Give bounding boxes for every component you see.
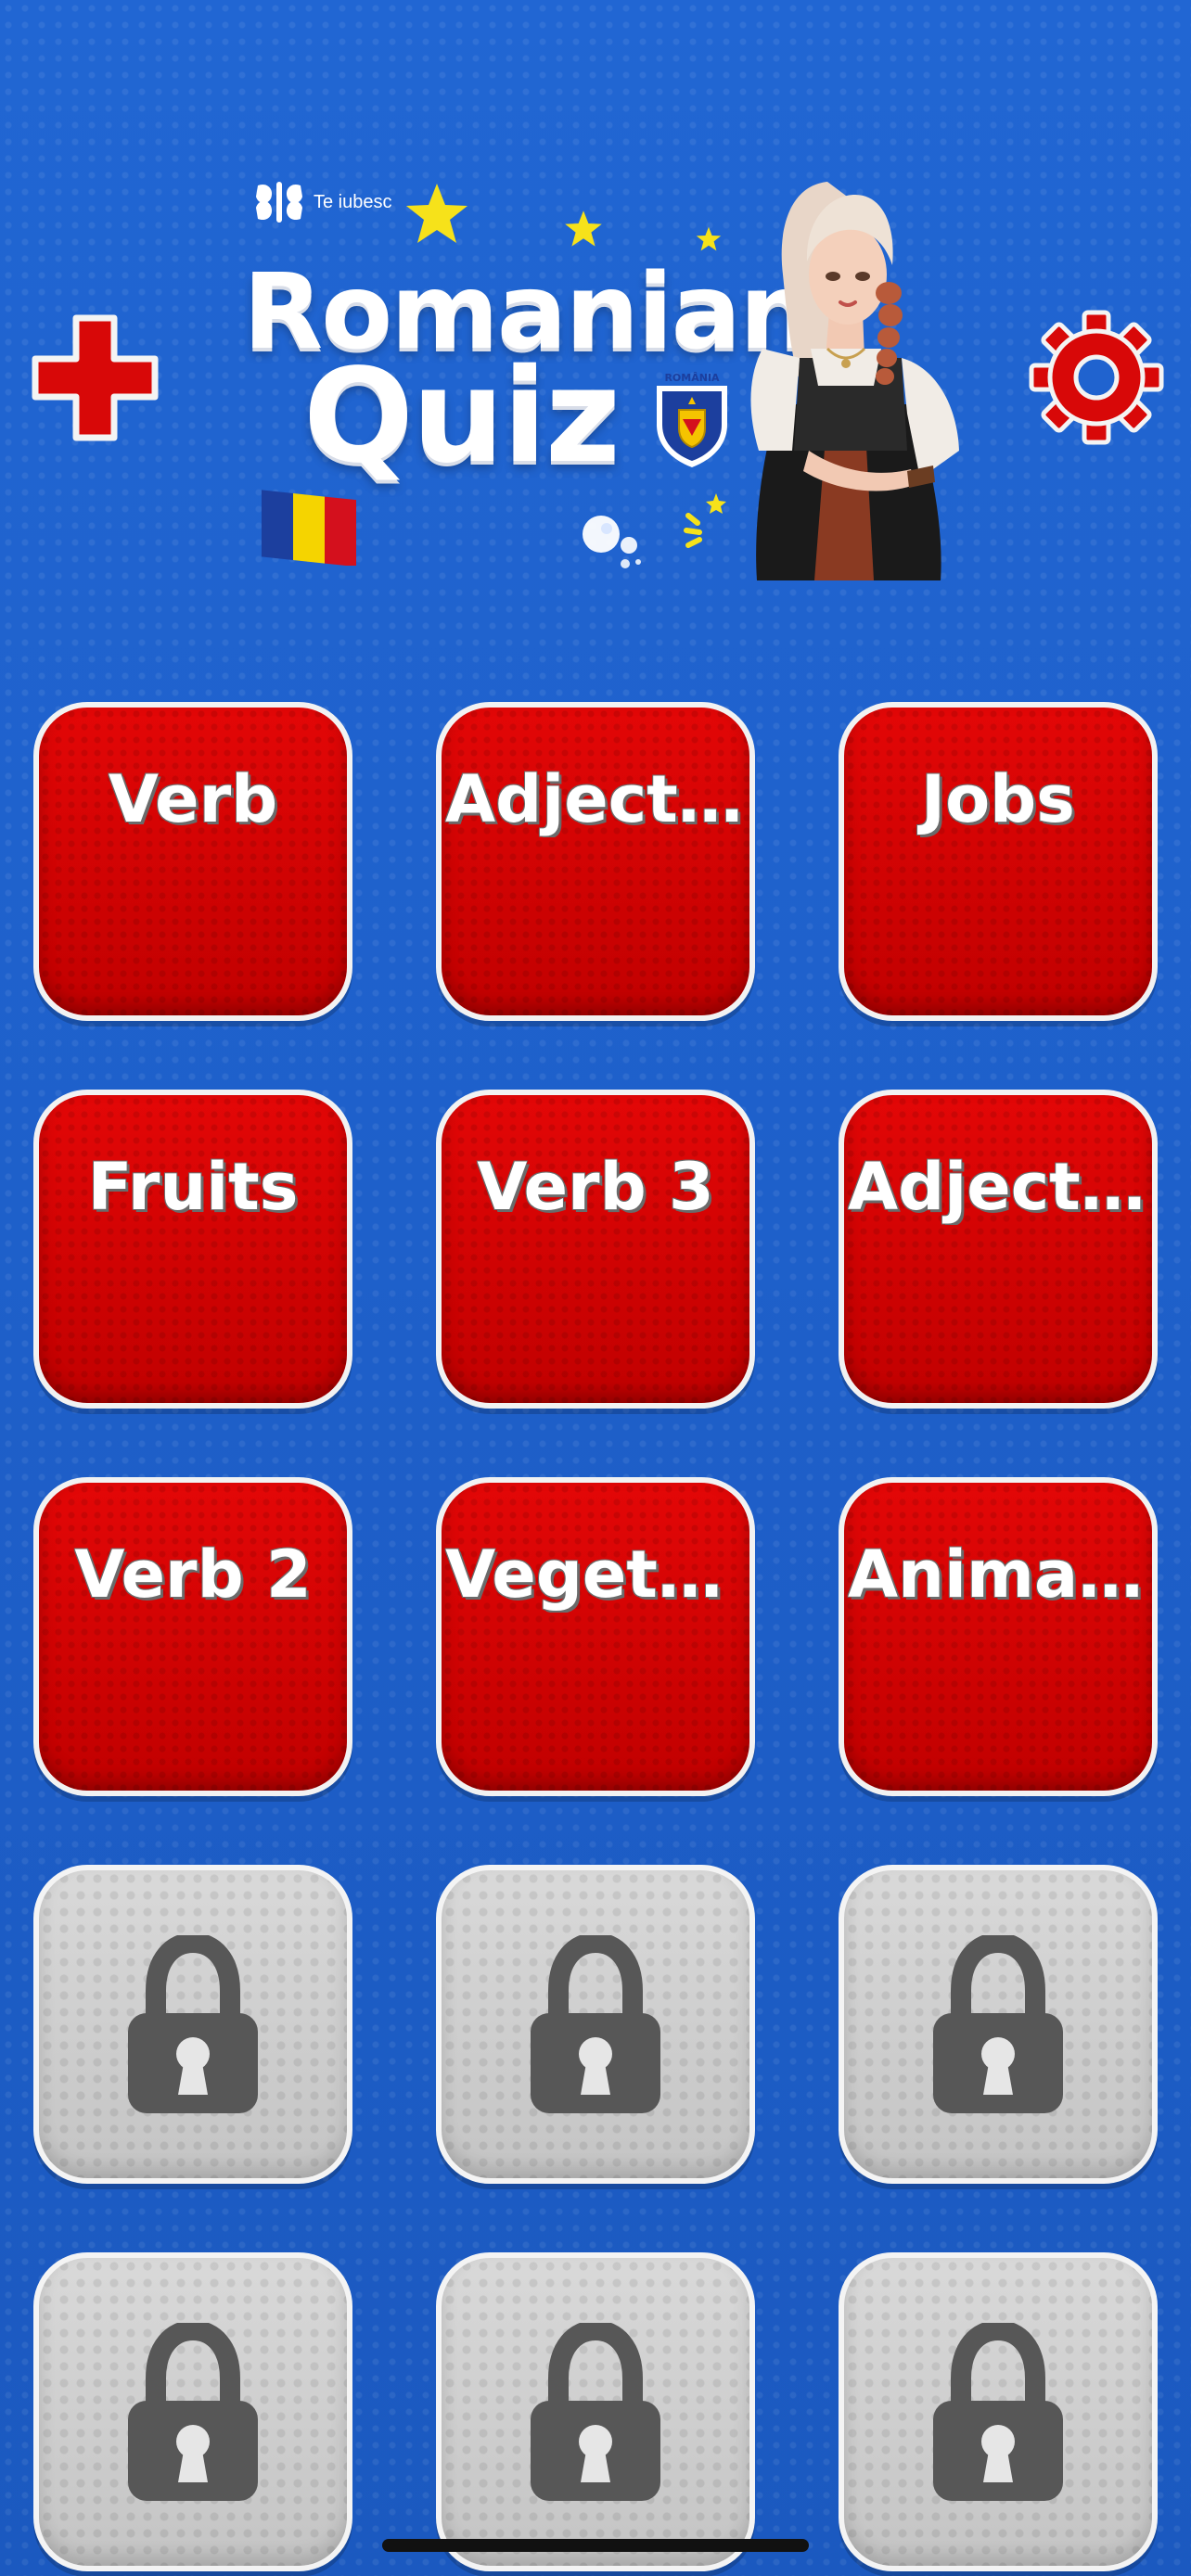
locked-quiz-tile[interactable] (839, 2252, 1158, 2571)
home-indicator[interactable] (382, 2539, 809, 2552)
quiz-tile[interactable]: Jobs (839, 702, 1158, 1021)
romania-flag-icon (262, 490, 356, 566)
quiz-tile-label: Vegetabl... (445, 1537, 749, 1613)
flower-logo-icon (256, 182, 302, 223)
quiz-tile-label: Verb (108, 761, 278, 837)
locked-quiz-tile[interactable] (33, 2252, 352, 2571)
brand: Te iubesc (250, 180, 392, 224)
svg-text:ROMÂNIA: ROMÂNIA (664, 372, 720, 384)
quiz-tile[interactable]: Fruits (33, 1090, 352, 1409)
quiz-tile-label: Verb 2 (74, 1537, 312, 1613)
quiz-tile-label: Adjectiv... (445, 761, 749, 837)
character-illustration (750, 182, 959, 580)
quiz-tile[interactable]: Verb (33, 702, 352, 1021)
quiz-tile-label: Jobs (921, 761, 1075, 837)
lock-icon (531, 1935, 660, 2113)
app-logo: Te iubesc Romanian Quiz ROMÂNIA (243, 172, 967, 580)
bubbles-icon (583, 516, 641, 568)
quiz-tile[interactable]: Verb 2 (33, 1477, 352, 1796)
quiz-tile[interactable]: Adjectiv... (436, 702, 755, 1021)
quiz-tile[interactable]: Verb 3 (436, 1090, 755, 1409)
quiz-grid: Verb Adjectiv... Jobs Fruits Verb 3 Adje… (33, 702, 1158, 2571)
quiz-tile[interactable]: Vegetabl... (436, 1477, 755, 1796)
crest-label: ROMÂNIA (664, 372, 720, 384)
star-icon (406, 184, 467, 243)
lock-icon (128, 1935, 258, 2113)
gear-icon (1029, 310, 1164, 445)
settings-button[interactable] (1028, 309, 1165, 446)
locked-quiz-tile[interactable] (436, 2252, 755, 2571)
lock-icon (128, 2323, 258, 2501)
quiz-tile[interactable]: Adjectiv... (839, 1090, 1158, 1409)
locked-quiz-tile[interactable] (436, 1865, 755, 2184)
plus-icon (32, 314, 159, 441)
locked-quiz-tile[interactable] (33, 1865, 352, 2184)
lock-icon (933, 2323, 1063, 2501)
quiz-tile-label: Verb 3 (477, 1149, 714, 1225)
star-icon (565, 210, 602, 247)
quiz-tile-label: Fruits (87, 1149, 299, 1225)
lock-icon (933, 1935, 1063, 2113)
locked-quiz-tile[interactable] (839, 1865, 1158, 2184)
quiz-tile[interactable]: Animal 1 (839, 1477, 1158, 1796)
lock-icon (531, 2323, 660, 2501)
title-quiz: Quiz (303, 341, 621, 492)
quiz-tile-label: Animal 1 (848, 1537, 1152, 1613)
brand-text: Te iubesc (314, 191, 392, 212)
quiz-tile-label: Adjectiv... (848, 1149, 1152, 1225)
add-button[interactable] (28, 311, 162, 445)
star-icon (696, 226, 722, 251)
header: Te iubesc Romanian Quiz ROMÂNIA (0, 0, 1191, 649)
